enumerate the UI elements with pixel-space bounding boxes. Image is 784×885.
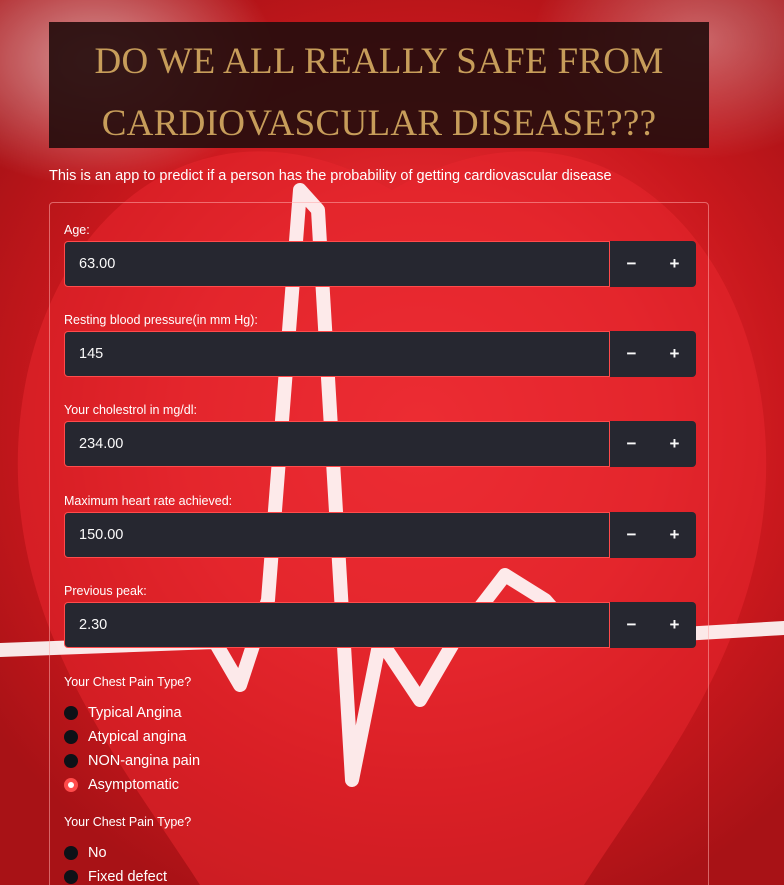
radio-option-atypical-angina[interactable]: Atypical angina xyxy=(64,725,696,749)
radio-option-no[interactable]: No xyxy=(64,841,696,865)
radio-button[interactable] xyxy=(64,846,78,860)
main-container: DO WE ALL REALLY SAFE FROM CARDIOVASCULA… xyxy=(49,22,709,885)
previous-peak-field: Previous peak: − + xyxy=(64,583,696,648)
age-label: Age: xyxy=(64,223,90,237)
radio-button[interactable] xyxy=(64,730,78,744)
age-increment-button[interactable]: + xyxy=(653,241,696,287)
blood-pressure-label: Resting blood pressure(in mm Hg): xyxy=(64,313,258,327)
cholesterol-label: Your cholestrol in mg/dl: xyxy=(64,403,197,417)
previous-peak-input[interactable] xyxy=(64,602,610,648)
max-heart-rate-increment-button[interactable]: + xyxy=(653,512,696,558)
previous-peak-label: Previous peak: xyxy=(64,584,147,598)
cholesterol-input[interactable] xyxy=(64,421,610,467)
radio-option-label: NON-angina pain xyxy=(88,753,201,769)
previous-peak-number-input: − + xyxy=(64,602,696,648)
blood-pressure-field: Resting blood pressure(in mm Hg): − + xyxy=(64,312,696,377)
radio-option-label: Atypical angina xyxy=(88,729,187,745)
blood-pressure-input[interactable] xyxy=(64,331,610,377)
cholesterol-decrement-button[interactable]: − xyxy=(610,421,653,467)
max-heart-rate-field: Maximum heart rate achieved: − + xyxy=(64,493,696,558)
radio-button-selected[interactable] xyxy=(64,778,78,792)
chest-pain-radio-group: Your Chest Pain Type? Typical Angina Aty… xyxy=(64,674,696,797)
radio-option-label: Asymptomatic xyxy=(88,777,180,793)
chest-pain-label: Your Chest Pain Type? xyxy=(64,675,192,689)
blood-pressure-increment-button[interactable]: + xyxy=(653,331,696,377)
thal-label: Your Chest Pain Type? xyxy=(64,815,192,829)
blood-pressure-decrement-button[interactable]: − xyxy=(610,331,653,377)
radio-option-typical-angina[interactable]: Typical Angina xyxy=(64,701,696,725)
radio-option-fixed-defect[interactable]: Fixed defect xyxy=(64,865,696,885)
radio-button[interactable] xyxy=(64,754,78,768)
radio-option-non-angina-pain[interactable]: NON-angina pain xyxy=(64,749,696,773)
age-number-input: − + xyxy=(64,241,696,287)
max-heart-rate-decrement-button[interactable]: − xyxy=(610,512,653,558)
age-input[interactable] xyxy=(64,241,610,287)
age-field: Age: − + xyxy=(64,222,696,287)
radio-option-label: No xyxy=(88,845,107,861)
cholesterol-increment-button[interactable]: + xyxy=(653,421,696,467)
radio-option-label: Fixed defect xyxy=(88,869,167,885)
max-heart-rate-label: Maximum heart rate achieved: xyxy=(64,494,233,508)
radio-button[interactable] xyxy=(64,706,78,720)
radio-option-label: Typical Angina xyxy=(88,705,182,721)
max-heart-rate-input[interactable] xyxy=(64,512,610,558)
max-heart-rate-number-input: − + xyxy=(64,512,696,558)
thal-radio-group: Your Chest Pain Type? No Fixed defect xyxy=(64,814,696,885)
age-decrement-button[interactable]: − xyxy=(610,241,653,287)
app-description: This is an app to predict if a person ha… xyxy=(49,168,612,184)
radio-option-asymptomatic[interactable]: Asymptomatic xyxy=(64,773,696,797)
previous-peak-increment-button[interactable]: + xyxy=(653,602,696,648)
page-title-line-2: CARDIOVASCULAR DISEASE??? xyxy=(101,103,657,144)
title-banner: DO WE ALL REALLY SAFE FROM CARDIOVASCULA… xyxy=(49,22,709,148)
radio-button[interactable] xyxy=(64,870,78,884)
blood-pressure-number-input: − + xyxy=(64,331,696,377)
page-title-line-1: DO WE ALL REALLY SAFE FROM xyxy=(94,41,664,82)
cholesterol-number-input: − + xyxy=(64,421,696,467)
previous-peak-decrement-button[interactable]: − xyxy=(610,602,653,648)
prediction-form: Age: − + Resting blood pressure(in mm Hg… xyxy=(49,202,709,885)
cholesterol-field: Your cholestrol in mg/dl: − + xyxy=(64,402,696,467)
